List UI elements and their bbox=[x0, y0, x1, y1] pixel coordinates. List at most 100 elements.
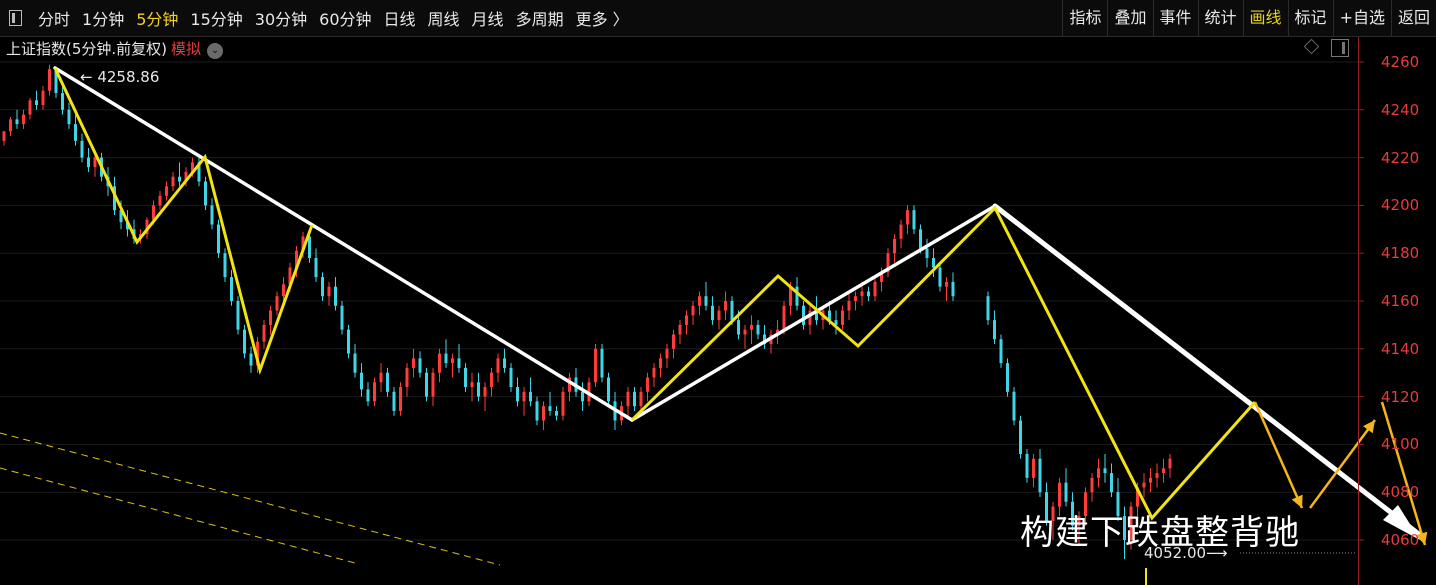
chart-annotation-text: 构建下跌盘整背驰 bbox=[1020, 513, 1300, 553]
candle-body bbox=[672, 334, 675, 349]
candle-body bbox=[999, 339, 1003, 364]
candle-body bbox=[802, 305, 805, 325]
candle-body bbox=[457, 358, 461, 368]
projection-arrow-head bbox=[1363, 420, 1375, 434]
candle-body bbox=[418, 358, 422, 373]
dashed-channel-line bbox=[0, 467, 356, 564]
candle-body bbox=[993, 320, 996, 340]
candle-body bbox=[353, 353, 357, 373]
candle-body bbox=[35, 100, 38, 106]
candle-body bbox=[61, 93, 64, 110]
candle-body bbox=[717, 310, 721, 321]
y-tick-label: 4240 bbox=[1381, 100, 1420, 119]
candle-body bbox=[750, 324, 753, 330]
candle-body bbox=[392, 391, 396, 411]
candle-body bbox=[438, 353, 441, 373]
candle-body bbox=[67, 109, 71, 125]
candle-body bbox=[321, 277, 324, 297]
candle-body bbox=[1006, 363, 1009, 392]
candle-body bbox=[171, 176, 175, 187]
candle-body bbox=[41, 90, 45, 106]
candle-body bbox=[386, 372, 389, 392]
candle-body bbox=[535, 401, 539, 421]
candle-body bbox=[659, 358, 662, 368]
candle-body bbox=[925, 248, 929, 258]
candle-body bbox=[405, 367, 409, 388]
y-tick-label: 4200 bbox=[1381, 196, 1420, 215]
candle-body bbox=[1149, 477, 1152, 483]
candle-body bbox=[600, 348, 604, 378]
candle-body bbox=[373, 382, 376, 402]
candle-body bbox=[451, 358, 454, 364]
candle-body bbox=[743, 329, 747, 335]
candle-body bbox=[496, 358, 500, 373]
candle-body bbox=[93, 157, 97, 168]
candle-body bbox=[841, 310, 844, 325]
candle-body bbox=[730, 301, 734, 321]
candle-body bbox=[490, 372, 493, 388]
candle-body bbox=[334, 286, 337, 306]
y-tick-label: 4260 bbox=[1381, 53, 1420, 71]
candle-body bbox=[581, 391, 584, 402]
candle-body bbox=[633, 391, 636, 407]
candle-body bbox=[269, 310, 272, 325]
candle-body bbox=[867, 291, 870, 297]
candle-body bbox=[275, 296, 279, 311]
candle-body bbox=[938, 267, 942, 287]
candle-body bbox=[795, 286, 799, 306]
candle-body bbox=[1012, 391, 1016, 421]
candle-body bbox=[1038, 458, 1042, 493]
y-tick-label: 4080 bbox=[1381, 483, 1420, 502]
candle-body bbox=[860, 291, 864, 297]
candle-body bbox=[314, 257, 318, 278]
y-tick-label: 4160 bbox=[1381, 292, 1420, 310]
candle-body bbox=[178, 176, 181, 182]
candle-body bbox=[1064, 482, 1068, 502]
candle-body bbox=[756, 324, 760, 335]
candle-body bbox=[1025, 453, 1029, 478]
candle-body bbox=[28, 100, 32, 115]
candle-body bbox=[873, 281, 877, 297]
candle-body bbox=[425, 372, 428, 397]
candlestick-chart[interactable] bbox=[0, 0, 1436, 585]
candle-body bbox=[639, 391, 643, 407]
candle-body bbox=[347, 329, 350, 354]
candle-body bbox=[1097, 468, 1100, 478]
candle-body bbox=[87, 157, 90, 168]
candle-body bbox=[15, 119, 19, 125]
candle-body bbox=[464, 367, 467, 388]
candle-body bbox=[711, 305, 714, 321]
candle-body bbox=[340, 305, 344, 330]
candle-body bbox=[80, 140, 84, 158]
candle-body bbox=[74, 124, 77, 141]
candle-body bbox=[444, 353, 448, 364]
candle-body bbox=[1090, 477, 1094, 493]
candle-body bbox=[932, 257, 935, 268]
candle-body bbox=[230, 277, 233, 301]
candle-body bbox=[1168, 458, 1172, 469]
candle-body bbox=[412, 358, 415, 368]
candle-body bbox=[912, 210, 916, 230]
candle-body bbox=[48, 69, 51, 91]
candle-body bbox=[847, 301, 851, 311]
candle-body bbox=[1019, 420, 1022, 454]
candle-body bbox=[165, 186, 168, 196]
candle-body bbox=[1058, 482, 1061, 507]
candle-body bbox=[22, 114, 25, 125]
high-price-label: ← 4258.86 bbox=[80, 68, 160, 86]
candle-body bbox=[678, 324, 682, 335]
candle-body bbox=[366, 389, 370, 402]
candle-body bbox=[483, 387, 487, 397]
candle-body bbox=[561, 391, 565, 416]
candle-body bbox=[503, 358, 506, 368]
candle-body bbox=[9, 119, 12, 132]
candle-body bbox=[236, 301, 240, 330]
candle-body bbox=[691, 305, 695, 316]
candle-body bbox=[327, 286, 331, 297]
candle-body bbox=[665, 348, 669, 359]
candle-body bbox=[1155, 473, 1159, 478]
candle-body bbox=[607, 377, 610, 402]
candle-body bbox=[204, 181, 207, 206]
candle-body bbox=[308, 236, 311, 258]
candle-body bbox=[986, 296, 990, 321]
